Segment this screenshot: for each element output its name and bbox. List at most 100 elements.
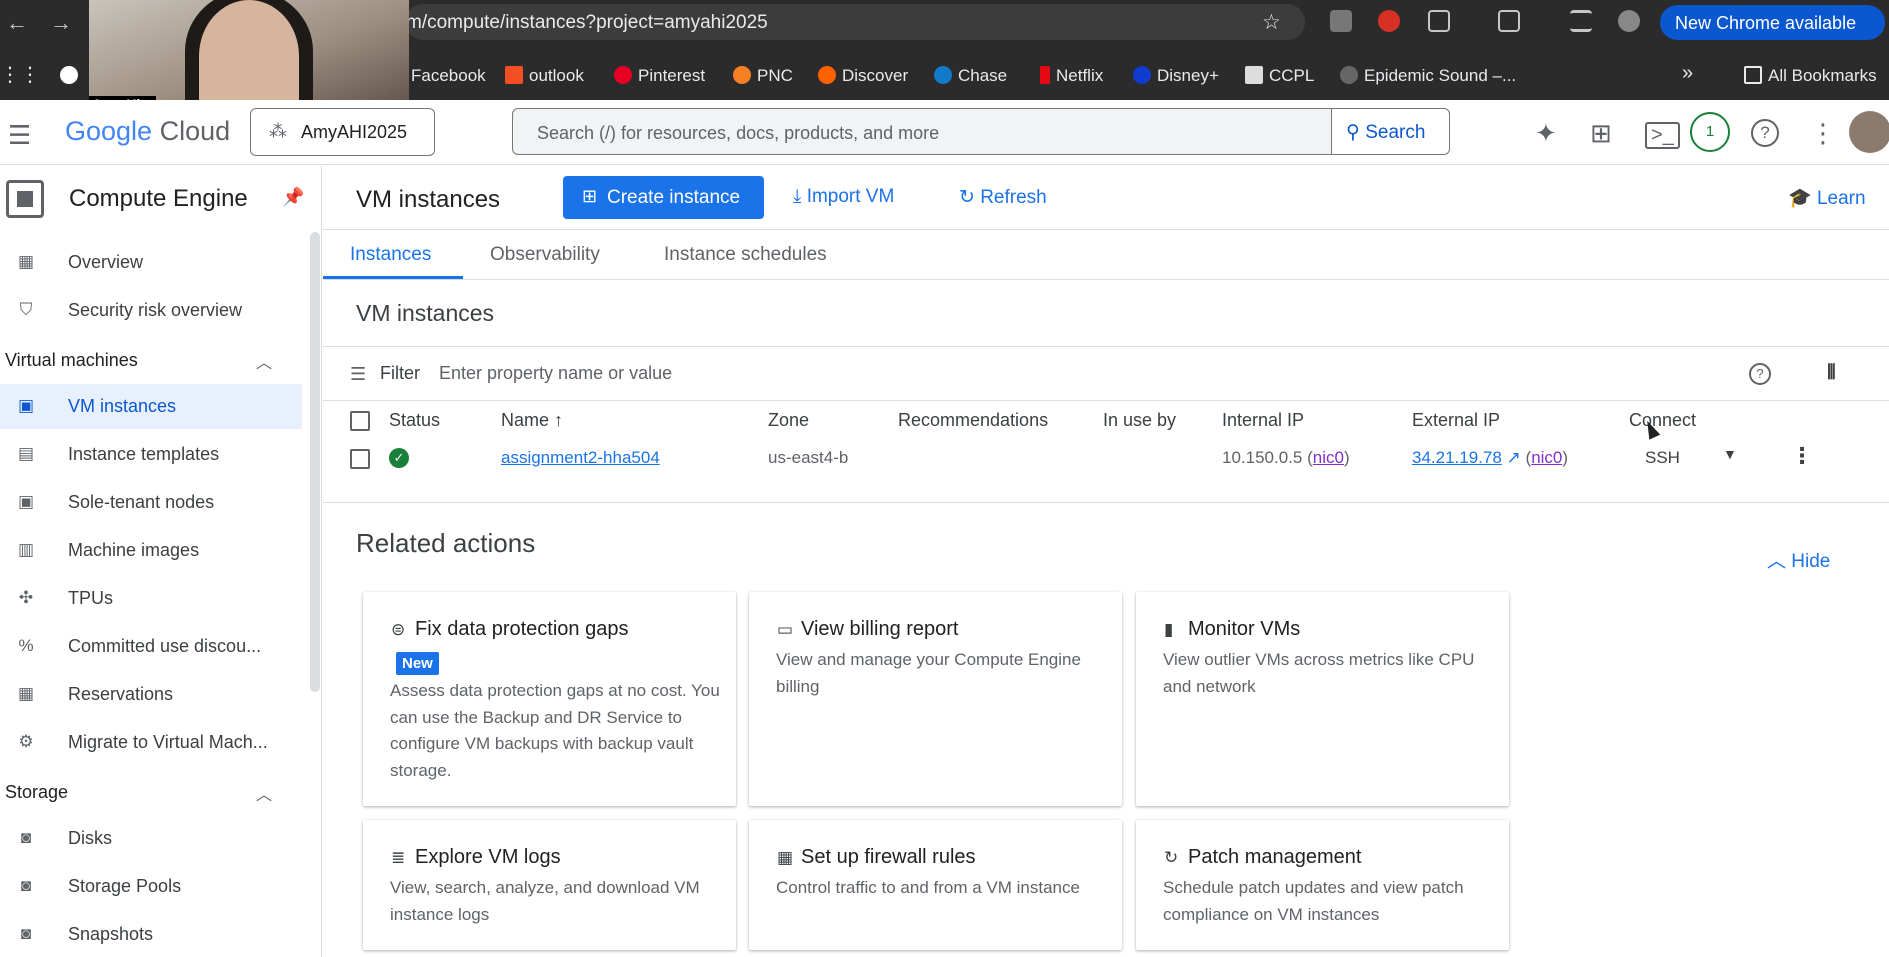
bookmark-pnc[interactable]: PNC [733, 66, 793, 86]
internal-nic-link[interactable]: nic0 [1313, 448, 1344, 467]
account-avatar[interactable] [1849, 111, 1889, 153]
reading-list-icon[interactable] [1570, 10, 1592, 32]
help-icon[interactable]: ? [1751, 119, 1779, 147]
learn-button[interactable]: 🎓 Learn [1788, 186, 1866, 210]
sidebar-item-disks[interactable]: ◙ Disks [0, 816, 302, 861]
sidebar-item-instance-templates[interactable]: ▤ Instance templates [0, 432, 302, 477]
download-icon: ⤓ [793, 186, 807, 207]
card-explore-vm-logs[interactable]: ≣ Explore VM logs View, search, analyze, … [363, 820, 736, 950]
sidebar-item-storage-pools[interactable]: ◙ Storage Pools [0, 864, 302, 909]
google-bookmark-icon[interactable] [60, 66, 84, 86]
section-storage[interactable]: Storage ︿ [0, 772, 302, 812]
chrome-update-button[interactable]: New Chrome available [1660, 5, 1885, 40]
ssh-dropdown-icon[interactable]: ▼ [1723, 446, 1737, 462]
tab-instance-schedules[interactable]: Instance schedules [664, 244, 827, 266]
more-vert-icon[interactable]: ⋮ [1810, 118, 1836, 149]
card-monitor-vms[interactable]: ▮ Monitor VMs View outlier VMs across met… [1136, 592, 1509, 806]
section-virtual-machines[interactable]: Virtual machines ︿ [0, 340, 302, 380]
extension-icon[interactable] [1330, 10, 1352, 32]
bookmark-disney[interactable]: Disney+ [1133, 66, 1219, 86]
card-patch-management[interactable]: ↻ Patch management Schedule patch updates… [1136, 820, 1509, 950]
more-bookmarks-icon[interactable]: » [1682, 62, 1693, 85]
bookmark-epidemic-sound[interactable]: Epidemic Sound –... [1340, 66, 1516, 86]
divider [323, 346, 1889, 347]
column-header-recommendations[interactable]: Recommendations [898, 410, 1048, 431]
search-bar[interactable]: Search (/) for resources, docs, products… [512, 108, 1450, 155]
tab-observability[interactable]: Observability [490, 244, 600, 266]
column-header-external-ip[interactable]: External IP [1412, 410, 1500, 431]
ssh-button[interactable]: SSH [1645, 448, 1680, 468]
import-vm-button[interactable]: ⤓ Import VM [793, 186, 894, 208]
all-bookmarks[interactable]: All Bookmarks [1744, 66, 1877, 86]
adblock-extension-icon[interactable] [1378, 10, 1400, 32]
instance-name-link[interactable]: assignment2-hha504 [501, 448, 660, 468]
google-cloud-logo[interactable]: Google Cloud [65, 116, 230, 147]
puzzle-icon[interactable] [1428, 10, 1450, 32]
search-input[interactable]: Search (/) for resources, docs, products… [537, 123, 939, 144]
bookmark-chase[interactable]: Chase [934, 66, 1007, 86]
column-header-status[interactable]: Status [389, 410, 440, 431]
help-icon[interactable]: ? [1749, 363, 1771, 385]
tab-instances[interactable]: Instances [350, 244, 431, 266]
section-label: Virtual machines [5, 350, 138, 370]
sidebar-item-tpus[interactable]: ✣ TPUs [0, 576, 302, 621]
discover-icon [818, 66, 836, 84]
gift-icon[interactable]: ⊞ [1590, 118, 1612, 149]
section-label: Storage [5, 782, 69, 802]
column-header-name[interactable]: Name ↑ [501, 410, 563, 431]
sidebar-item-migrate[interactable]: ⚙ Migrate to Virtual Mach... [0, 720, 302, 765]
external-ip-link[interactable]: 34.21.19.78 [1412, 448, 1502, 467]
sidebar-item-committed-use[interactable]: % Committed use discou... [0, 624, 302, 669]
row-checkbox[interactable] [350, 449, 370, 469]
notifications-badge[interactable]: 1 [1690, 112, 1730, 152]
sidebar-item-sole-tenant-nodes[interactable]: ▣ Sole-tenant nodes [0, 480, 302, 525]
sidebar-scrollbar[interactable] [310, 232, 320, 692]
sidebar-item-security-risk[interactable]: ⛉ Security risk overview [0, 288, 302, 333]
bookmark-star-icon[interactable]: ☆ [1262, 10, 1281, 35]
select-all-checkbox[interactable] [350, 411, 370, 431]
back-arrow-icon[interactable]: ← [6, 10, 28, 36]
create-instance-button[interactable]: ⊞ Create instance [563, 176, 764, 219]
apps-grid-icon[interactable]: ⋮⋮ [0, 62, 40, 87]
external-nic-link[interactable]: nic0 [1531, 448, 1562, 467]
cloud-shell-icon[interactable]: >_ [1645, 122, 1680, 149]
card-title: Monitor VMs [1188, 618, 1301, 640]
bookmark-outlook[interactable]: outlook [505, 66, 584, 86]
filter-input[interactable]: Enter property name or value [439, 363, 672, 384]
card-firewall-rules[interactable]: ▦ Set up firewall rules Control traffic t… [749, 820, 1122, 950]
bookmark-ccpl[interactable]: CCPL [1245, 66, 1314, 86]
refresh-button[interactable]: ↻ Refresh [959, 186, 1047, 209]
hide-button[interactable]: ︿ Hide [1767, 546, 1830, 573]
column-header-connect[interactable]: Connect [1629, 410, 1696, 431]
bookmark-netflix[interactable]: Netflix [1040, 66, 1103, 86]
url-text[interactable]: m/compute/instances?project=amyahi2025 [406, 12, 768, 34]
card-fix-data-protection[interactable]: ⊜ Fix data protection gaps New Assess dat… [363, 592, 736, 806]
pin-icon[interactable]: 📌 [282, 187, 304, 208]
card-view-billing-report[interactable]: ▭ View billing report View and manage you… [749, 592, 1122, 806]
sidebar-item-machine-images[interactable]: ▥ Machine images [0, 528, 302, 573]
sidebar-item-reservations[interactable]: ▦ Reservations [0, 672, 302, 717]
divider [323, 502, 1889, 503]
gemini-sparkle-icon[interactable]: ✦ [1535, 118, 1557, 149]
profile-icon[interactable] [1618, 10, 1640, 32]
sidebar-item-overview[interactable]: ▦ Overview [0, 240, 302, 285]
bookmark-discover[interactable]: Discover [818, 66, 908, 86]
search-button[interactable]: ⚲ Search [1331, 109, 1449, 154]
sidebar-item-snapshots[interactable]: ◙ Snapshots [0, 912, 302, 957]
column-header-zone[interactable]: Zone [768, 410, 809, 431]
hamburger-menu-icon[interactable]: ☰ [8, 120, 31, 151]
row-actions-icon[interactable]: ⋮ [1791, 443, 1813, 469]
tab-search-icon[interactable] [1498, 10, 1520, 32]
forward-arrow-icon[interactable]: → [50, 10, 72, 36]
column-header-in-use-by[interactable]: In use by [1103, 410, 1176, 431]
column-display-icon[interactable]: ⦀ [1827, 362, 1836, 385]
card-body: View, search, analyze, and download VM i… [390, 878, 700, 924]
bookmark-facebook[interactable]: Facebook [411, 66, 486, 86]
project-picker-button[interactable]: ⁂ AmyAHI2025 [250, 108, 435, 156]
column-header-internal-ip[interactable]: Internal IP [1222, 410, 1304, 431]
filter-icon: ☰ [350, 364, 367, 384]
sidebar-item-label: VM instances [68, 396, 177, 416]
sidebar-item-vm-instances[interactable]: ▣ VM instances [0, 384, 302, 429]
bookmark-pinterest[interactable]: Pinterest [614, 66, 705, 86]
disk-icon: ◙ [20, 828, 32, 847]
